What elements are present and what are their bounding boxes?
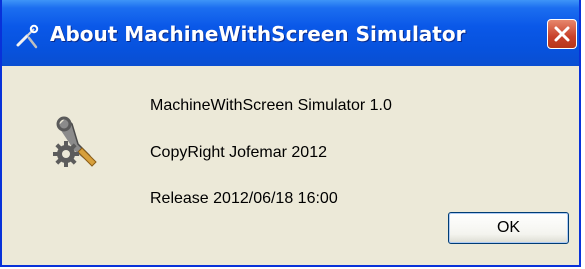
about-dialog: About MachineWithScreen Simulator Machin… bbox=[0, 0, 581, 267]
copyright-text: CopyRight Jofemar 2012 bbox=[150, 144, 327, 161]
window-title: About MachineWithScreen Simulator bbox=[50, 22, 466, 46]
product-version-text: MachineWithScreen Simulator 1.0 bbox=[150, 97, 392, 114]
wrench-gear-icon bbox=[52, 114, 102, 170]
close-button[interactable] bbox=[547, 19, 577, 49]
dialog-body: MachineWithScreen Simulator 1.0 CopyRigh… bbox=[2, 66, 579, 265]
tools-icon bbox=[14, 23, 40, 49]
ok-button[interactable]: OK bbox=[448, 212, 569, 244]
release-text: Release 2012/06/18 16:00 bbox=[150, 190, 338, 207]
title-bar[interactable]: About MachineWithScreen Simulator bbox=[2, 0, 579, 66]
close-icon bbox=[554, 26, 570, 42]
